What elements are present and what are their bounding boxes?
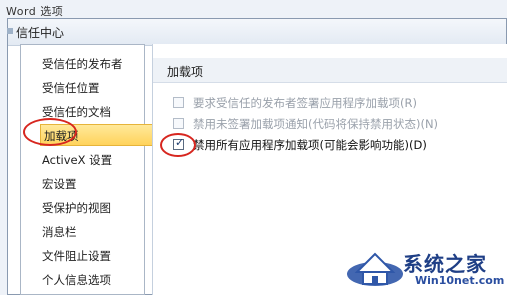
dialog-icon [7, 28, 13, 34]
sidebar-item-label: 个人信息选项 [42, 273, 111, 287]
sidebar-item-trusted-publishers[interactable]: 受信任的发布者 [21, 53, 144, 75]
sidebar-item-trusted-locations[interactable]: 受信任位置 [21, 77, 144, 99]
sidebar-item-message-bar[interactable]: 消息栏 [21, 221, 144, 243]
dialog-title: 信任中心 [16, 26, 65, 40]
logo-site: Win10net.com [415, 274, 505, 287]
trust-center-sidebar: 受信任的发布者 受信任位置 受信任的文档 加载项 ActiveX 设置 宏设置 … [20, 44, 160, 295]
window-title: Word 选项 [6, 5, 64, 18]
sidebar-item-label: 受信任位置 [42, 81, 100, 95]
sidebar-item-privacy-options[interactable]: 个人信息选项 [21, 269, 144, 291]
sidebar-item-file-block-settings[interactable]: 文件阻止设置 [21, 245, 144, 267]
annotation-circle-sidebar [23, 118, 77, 146]
require-signed-checkbox[interactable] [173, 97, 184, 108]
sidebar-item-label: 受信任的发布者 [42, 57, 123, 71]
section-title: 加载项 [167, 65, 204, 79]
annotation-circle-checkbox [160, 133, 196, 157]
sidebar-item-label: 消息栏 [42, 225, 77, 239]
sidebar-item-label: 受保护的视图 [42, 201, 111, 215]
sidebar-item-label: 受信任的文档 [42, 105, 111, 119]
option-label: 禁用所有应用程序加载项(可能会影响功能)(D) [193, 138, 427, 152]
watermark-logo: 系统之家 Win10net.com [345, 240, 507, 295]
sidebar-item-label: 宏设置 [42, 177, 77, 191]
dialog-titlebar[interactable]: 信任中心 [7, 19, 506, 46]
option-label: 要求受信任的发布者签署应用程序加载项(R) [193, 96, 417, 110]
logo-name: 系统之家 [403, 252, 487, 276]
option-label: 禁用未签署加载项通知(代码将保持禁用状态)(N) [193, 117, 439, 131]
sidebar-item-macro-settings[interactable]: 宏设置 [21, 173, 144, 195]
sidebar-item-label: 文件阻止设置 [42, 249, 111, 263]
house-logo-icon [347, 252, 403, 286]
sidebar-item-activex-settings[interactable]: ActiveX 设置 [21, 149, 144, 171]
section-header: 加载项 [153, 58, 507, 83]
disable-notification-checkbox[interactable] [173, 118, 184, 129]
sidebar-item-protected-view[interactable]: 受保护的视图 [21, 197, 144, 219]
sidebar-item-label: ActiveX 设置 [42, 153, 113, 167]
